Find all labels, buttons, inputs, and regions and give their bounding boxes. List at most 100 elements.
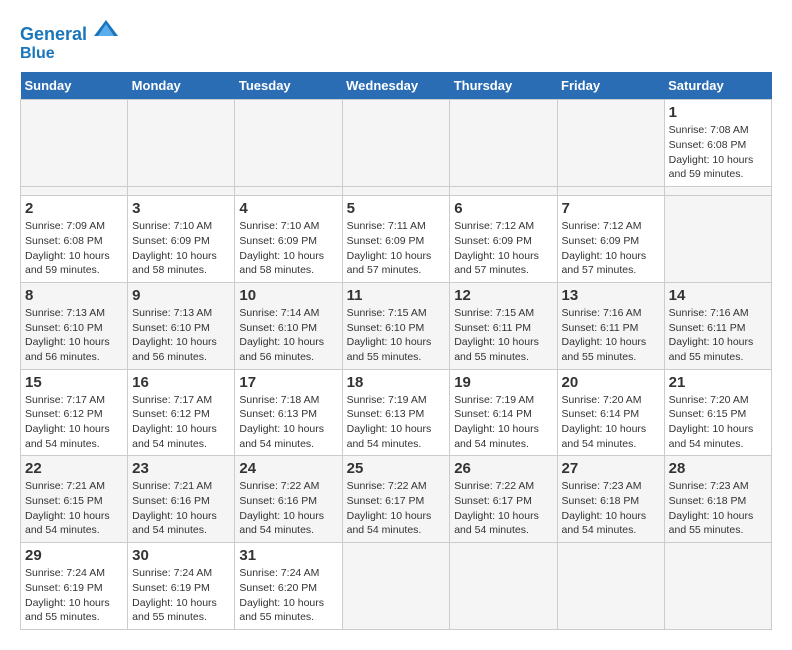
day-number: 26: [454, 460, 552, 477]
calendar-cell: 29 Sunrise: 7:24 AMSunset: 6:19 PMDaylig…: [21, 543, 128, 630]
calendar-cell: 4 Sunrise: 7:10 AMSunset: 6:09 PMDayligh…: [235, 196, 342, 283]
calendar-cell: [21, 100, 128, 187]
day-detail: Sunrise: 7:12 AMSunset: 6:09 PMDaylight:…: [454, 220, 539, 276]
calendar-cell: [450, 187, 557, 196]
day-number: 24: [239, 460, 337, 477]
day-detail: Sunrise: 7:08 AMSunset: 6:08 PMDaylight:…: [669, 124, 754, 180]
week-row-2: [21, 187, 772, 196]
day-number: 2: [25, 200, 123, 217]
day-detail: Sunrise: 7:22 AMSunset: 6:17 PMDaylight:…: [347, 480, 432, 536]
day-detail: Sunrise: 7:16 AMSunset: 6:11 PMDaylight:…: [669, 307, 754, 363]
day-detail: Sunrise: 7:10 AMSunset: 6:09 PMDaylight:…: [132, 220, 217, 276]
day-detail: Sunrise: 7:11 AMSunset: 6:09 PMDaylight:…: [347, 220, 432, 276]
calendar-cell: 12 Sunrise: 7:15 AMSunset: 6:11 PMDaylig…: [450, 282, 557, 369]
day-number: 23: [132, 460, 230, 477]
day-header-monday: Monday: [128, 72, 235, 100]
calendar-cell: [21, 187, 128, 196]
day-header-saturday: Saturday: [664, 72, 771, 100]
calendar-cell: 6 Sunrise: 7:12 AMSunset: 6:09 PMDayligh…: [450, 196, 557, 283]
calendar-cell: 13 Sunrise: 7:16 AMSunset: 6:11 PMDaylig…: [557, 282, 664, 369]
day-number: 3: [132, 200, 230, 217]
calendar-cell: 23 Sunrise: 7:21 AMSunset: 6:16 PMDaylig…: [128, 456, 235, 543]
day-detail: Sunrise: 7:24 AMSunset: 6:19 PMDaylight:…: [25, 567, 110, 623]
day-number: 18: [347, 374, 446, 391]
logo-blue: Blue: [20, 45, 118, 63]
calendar-cell: 22 Sunrise: 7:21 AMSunset: 6:15 PMDaylig…: [21, 456, 128, 543]
week-row-1: 1 Sunrise: 7:08 AMSunset: 6:08 PMDayligh…: [21, 100, 772, 187]
day-detail: Sunrise: 7:15 AMSunset: 6:11 PMDaylight:…: [454, 307, 539, 363]
logo: General Blue: [20, 20, 118, 62]
calendar-cell: [342, 187, 450, 196]
calendar-cell: 7 Sunrise: 7:12 AMSunset: 6:09 PMDayligh…: [557, 196, 664, 283]
calendar-cell: [557, 543, 664, 630]
calendar-cell: [128, 187, 235, 196]
day-number: 17: [239, 374, 337, 391]
calendar-cell: [450, 543, 557, 630]
calendar-cell: 9 Sunrise: 7:13 AMSunset: 6:10 PMDayligh…: [128, 282, 235, 369]
day-header-tuesday: Tuesday: [235, 72, 342, 100]
day-number: 14: [669, 287, 767, 304]
day-detail: Sunrise: 7:12 AMSunset: 6:09 PMDaylight:…: [562, 220, 647, 276]
day-detail: Sunrise: 7:23 AMSunset: 6:18 PMDaylight:…: [562, 480, 647, 536]
day-detail: Sunrise: 7:21 AMSunset: 6:16 PMDaylight:…: [132, 480, 217, 536]
day-number: 9: [132, 287, 230, 304]
calendar-cell: 31 Sunrise: 7:24 AMSunset: 6:20 PMDaylig…: [235, 543, 342, 630]
day-detail: Sunrise: 7:14 AMSunset: 6:10 PMDaylight:…: [239, 307, 324, 363]
day-number: 28: [669, 460, 767, 477]
calendar-cell: 8 Sunrise: 7:13 AMSunset: 6:10 PMDayligh…: [21, 282, 128, 369]
day-detail: Sunrise: 7:13 AMSunset: 6:10 PMDaylight:…: [25, 307, 110, 363]
day-detail: Sunrise: 7:19 AMSunset: 6:13 PMDaylight:…: [347, 394, 432, 450]
day-detail: Sunrise: 7:24 AMSunset: 6:19 PMDaylight:…: [132, 567, 217, 623]
page-header: General Blue: [20, 20, 772, 62]
day-detail: Sunrise: 7:13 AMSunset: 6:10 PMDaylight:…: [132, 307, 217, 363]
calendar-cell: [128, 100, 235, 187]
day-number: 10: [239, 287, 337, 304]
day-detail: Sunrise: 7:10 AMSunset: 6:09 PMDaylight:…: [239, 220, 324, 276]
calendar-cell: [450, 100, 557, 187]
calendar-cell: 30 Sunrise: 7:24 AMSunset: 6:19 PMDaylig…: [128, 543, 235, 630]
day-number: 6: [454, 200, 552, 217]
day-detail: Sunrise: 7:15 AMSunset: 6:10 PMDaylight:…: [347, 307, 432, 363]
calendar-cell: 1 Sunrise: 7:08 AMSunset: 6:08 PMDayligh…: [664, 100, 771, 187]
calendar-cell: 10 Sunrise: 7:14 AMSunset: 6:10 PMDaylig…: [235, 282, 342, 369]
day-number: 13: [562, 287, 660, 304]
day-detail: Sunrise: 7:17 AMSunset: 6:12 PMDaylight:…: [132, 394, 217, 450]
day-detail: Sunrise: 7:09 AMSunset: 6:08 PMDaylight:…: [25, 220, 110, 276]
day-number: 5: [347, 200, 446, 217]
calendar-cell: [342, 100, 450, 187]
calendar-cell: 21 Sunrise: 7:20 AMSunset: 6:15 PMDaylig…: [664, 369, 771, 456]
calendar-cell: 3 Sunrise: 7:10 AMSunset: 6:09 PMDayligh…: [128, 196, 235, 283]
day-number: 21: [669, 374, 767, 391]
day-number: 30: [132, 547, 230, 564]
day-number: 20: [562, 374, 660, 391]
day-detail: Sunrise: 7:17 AMSunset: 6:12 PMDaylight:…: [25, 394, 110, 450]
calendar-cell: [235, 100, 342, 187]
day-detail: Sunrise: 7:22 AMSunset: 6:17 PMDaylight:…: [454, 480, 539, 536]
day-number: 4: [239, 200, 337, 217]
logo-general: General: [20, 24, 87, 44]
calendar-cell: 25 Sunrise: 7:22 AMSunset: 6:17 PMDaylig…: [342, 456, 450, 543]
day-detail: Sunrise: 7:20 AMSunset: 6:14 PMDaylight:…: [562, 394, 647, 450]
week-row-7: 29 Sunrise: 7:24 AMSunset: 6:19 PMDaylig…: [21, 543, 772, 630]
day-detail: Sunrise: 7:24 AMSunset: 6:20 PMDaylight:…: [239, 567, 324, 623]
calendar-cell: [664, 187, 771, 196]
logo-icon: [94, 16, 118, 40]
day-detail: Sunrise: 7:19 AMSunset: 6:14 PMDaylight:…: [454, 394, 539, 450]
calendar-table: SundayMondayTuesdayWednesdayThursdayFrid…: [20, 72, 772, 630]
calendar-cell: [342, 543, 450, 630]
calendar-cell: [235, 187, 342, 196]
day-number: 8: [25, 287, 123, 304]
day-detail: Sunrise: 7:22 AMSunset: 6:16 PMDaylight:…: [239, 480, 324, 536]
day-number: 19: [454, 374, 552, 391]
day-number: 25: [347, 460, 446, 477]
day-number: 31: [239, 547, 337, 564]
day-number: 7: [562, 200, 660, 217]
logo-text: General: [20, 20, 118, 45]
day-header-friday: Friday: [557, 72, 664, 100]
day-number: 27: [562, 460, 660, 477]
calendar-cell: 28 Sunrise: 7:23 AMSunset: 6:18 PMDaylig…: [664, 456, 771, 543]
calendar-cell: 14 Sunrise: 7:16 AMSunset: 6:11 PMDaylig…: [664, 282, 771, 369]
week-row-5: 15 Sunrise: 7:17 AMSunset: 6:12 PMDaylig…: [21, 369, 772, 456]
day-header-thursday: Thursday: [450, 72, 557, 100]
day-detail: Sunrise: 7:23 AMSunset: 6:18 PMDaylight:…: [669, 480, 754, 536]
